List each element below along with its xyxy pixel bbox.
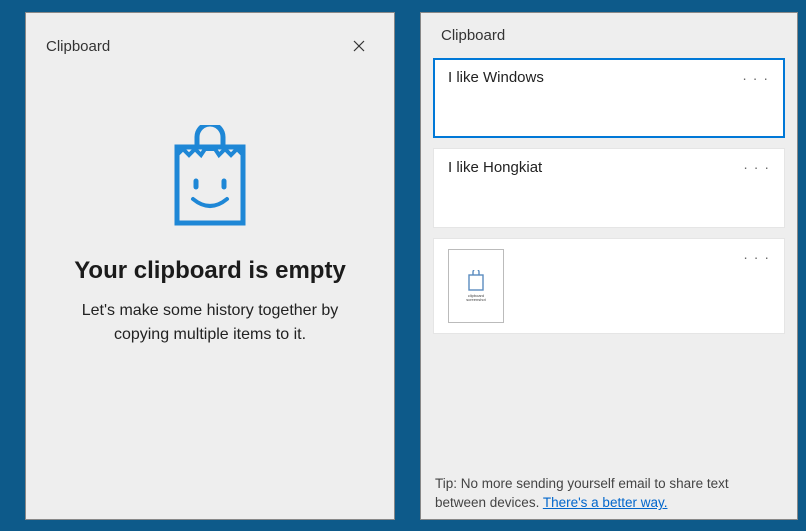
empty-heading: Your clipboard is empty (74, 257, 346, 285)
history-item-text: I like Windows (448, 69, 770, 86)
panel-title: Clipboard (46, 38, 110, 55)
history-item[interactable]: I like Hongkiat · · · (433, 148, 785, 228)
history-item[interactable]: I like Windows · · · (433, 58, 785, 138)
close-icon (353, 40, 365, 52)
item-menu-button[interactable]: · · · (739, 247, 774, 267)
clipboard-mini-icon (467, 270, 485, 292)
tip-prefix: Tip: (435, 476, 461, 491)
ellipsis-icon: · · · (743, 159, 770, 175)
history-list: I like Windows · · · I like Hongkiat · ·… (421, 54, 797, 334)
ellipsis-icon: · · · (743, 249, 770, 265)
image-thumbnail: clipboardscreenshot (448, 249, 504, 323)
tip-bar: Tip: No more sending yourself email to s… (421, 466, 797, 519)
panel-header: Clipboard (26, 13, 394, 65)
panel-title: Clipboard (441, 27, 777, 44)
close-button[interactable] (344, 31, 374, 61)
item-menu-button[interactable]: · · · (739, 157, 774, 177)
empty-subtext: Let's make some history together by copy… (55, 299, 365, 347)
empty-state-body: Your clipboard is empty Let's make some … (26, 65, 394, 519)
panel-header: Clipboard (421, 13, 797, 54)
tip-link[interactable]: There's a better way. (543, 495, 668, 510)
history-item-text: I like Hongkiat (448, 159, 770, 176)
clipboard-smile-icon (171, 125, 249, 229)
clipboard-empty-panel: Clipboard (25, 12, 395, 520)
ellipsis-icon: · · · (742, 70, 769, 86)
history-item[interactable]: clipboardscreenshot · · · (433, 238, 785, 334)
item-menu-button[interactable]: · · · (738, 68, 773, 88)
clipboard-history-panel: Clipboard I like Windows · · · I like Ho… (420, 12, 798, 520)
